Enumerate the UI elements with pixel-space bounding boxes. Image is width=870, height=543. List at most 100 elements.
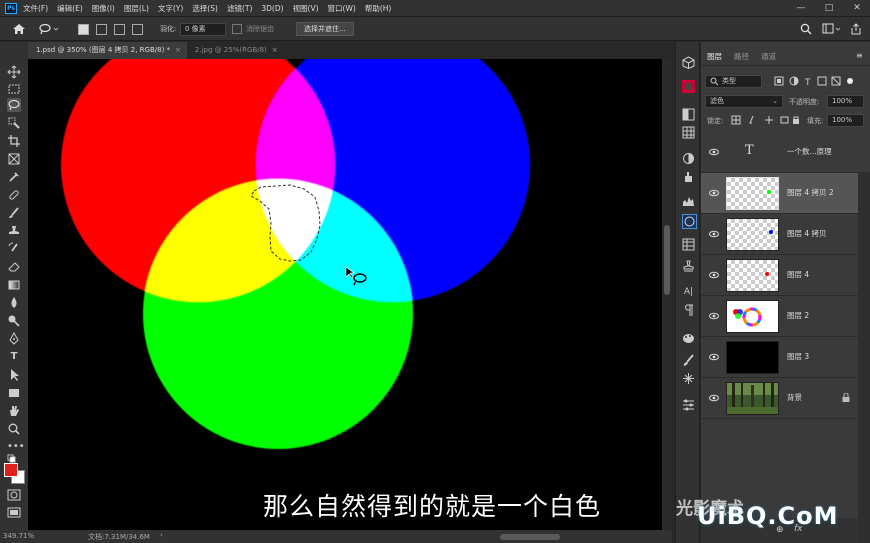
layer-row-layer4-copy2[interactable]: 图层 4 拷贝 2 xyxy=(701,173,858,214)
layer-row-background[interactable]: 背景 xyxy=(701,378,858,419)
crop-tool[interactable] xyxy=(7,134,21,148)
maximize-button[interactable]: □ xyxy=(818,0,840,16)
color-panel-button[interactable] xyxy=(682,80,695,93)
zoom-tool[interactable] xyxy=(7,422,21,436)
menu-view[interactable]: 视图(V) xyxy=(293,3,319,14)
clone-source-button[interactable] xyxy=(682,260,695,273)
quick-select-tool[interactable] xyxy=(7,116,21,130)
healing-brush-tool[interactable] xyxy=(7,188,21,202)
tab-close-icon[interactable]: × xyxy=(272,46,278,54)
tab-paths[interactable]: 路径 xyxy=(734,51,749,62)
type-tool[interactable]: T xyxy=(7,350,21,364)
workspace-button[interactable] xyxy=(822,22,842,36)
frame-tool[interactable] xyxy=(7,152,21,166)
blur-tool[interactable] xyxy=(7,296,21,310)
layers-scrollbar[interactable] xyxy=(858,172,870,543)
brush-tool[interactable] xyxy=(7,206,21,220)
foreground-color-swatch[interactable] xyxy=(4,463,18,477)
menu-edit[interactable]: 编辑(E) xyxy=(57,3,83,14)
menu-layer[interactable]: 图层(L) xyxy=(124,3,149,14)
vertical-scroll-thumb[interactable] xyxy=(664,225,670,295)
select-and-mask-button[interactable]: 选择并遮住... xyxy=(296,22,354,36)
zoom-level[interactable]: 349.71% xyxy=(3,532,34,540)
subtract-selection-button[interactable] xyxy=(114,22,125,36)
navigator-panel-button[interactable] xyxy=(682,214,697,229)
antialias-checkbox[interactable]: 消除锯齿 xyxy=(232,22,274,36)
brushes-panel-button[interactable] xyxy=(682,354,695,367)
grid-panel-button[interactable] xyxy=(682,126,695,139)
layer-row-layer3[interactable]: 图层 3 xyxy=(701,337,858,378)
layer-row-layer2[interactable]: 图层 2 xyxy=(701,296,858,337)
document-canvas[interactable] xyxy=(28,59,662,530)
more-tools[interactable]: ••• xyxy=(7,440,25,454)
screen-mode-button[interactable] xyxy=(7,506,21,520)
home-button[interactable] xyxy=(12,22,26,36)
eye-icon[interactable] xyxy=(709,311,719,321)
intersect-selection-button[interactable] xyxy=(132,22,143,36)
swatches-panel-button[interactable] xyxy=(682,108,695,121)
search-button[interactable] xyxy=(800,22,812,36)
tab-2jpg[interactable]: 2.jpg @ 25%(RGB/8) × xyxy=(187,42,284,59)
fill-input[interactable]: 100% xyxy=(827,114,864,127)
adjustments-panel-button[interactable] xyxy=(682,152,695,165)
move-tool[interactable] xyxy=(7,65,21,79)
tab-close-icon[interactable]: × xyxy=(175,46,181,54)
lock-icons[interactable] xyxy=(731,115,801,125)
eyedropper-tool[interactable] xyxy=(7,170,21,184)
layer-row-layer4-copy[interactable]: 图层 4 拷贝 xyxy=(701,214,858,255)
libraries-panel-button[interactable] xyxy=(682,170,695,183)
eraser-tool[interactable] xyxy=(7,260,21,274)
hand-tool[interactable] xyxy=(7,404,21,418)
history-brush-tool[interactable] xyxy=(7,242,21,256)
close-button[interactable]: ✕ xyxy=(846,0,868,16)
eye-icon[interactable] xyxy=(709,352,719,362)
rectangle-tool[interactable] xyxy=(7,386,21,400)
paragraph-panel-button[interactable] xyxy=(682,304,695,317)
path-select-tool[interactable] xyxy=(7,368,21,382)
character-panel-button[interactable]: A| xyxy=(682,286,695,299)
menu-type[interactable]: 文字(Y) xyxy=(158,3,183,14)
status-arrow-icon[interactable]: › xyxy=(160,531,163,539)
menu-filter[interactable]: 滤镜(T) xyxy=(227,3,252,14)
menu-window[interactable]: 窗口(W) xyxy=(328,3,356,14)
menu-3d[interactable]: 3D(D) xyxy=(261,4,283,13)
lasso-tool-preset[interactable] xyxy=(38,22,60,36)
feather-input[interactable]: 0 像素 xyxy=(180,22,226,36)
menu-help[interactable]: 帮助(H) xyxy=(365,3,392,14)
layer-row-layer4[interactable]: 图层 4 xyxy=(701,255,858,296)
lasso-tool[interactable] xyxy=(7,98,21,112)
minimize-button[interactable]: — xyxy=(790,0,812,16)
panel-menu-icon[interactable]: ≡ xyxy=(856,51,863,60)
3d-panel-button[interactable] xyxy=(682,56,695,70)
filter-icons[interactable]: T xyxy=(774,76,854,87)
new-selection-button[interactable] xyxy=(78,22,89,36)
eye-icon[interactable] xyxy=(709,229,719,239)
eye-icon[interactable] xyxy=(709,393,719,403)
layer-filter-dropdown[interactable]: 类型 xyxy=(705,75,762,88)
menu-image[interactable]: 图像(I) xyxy=(92,3,115,14)
menu-file[interactable]: 文件(F) xyxy=(23,3,48,14)
add-selection-button[interactable] xyxy=(96,22,107,36)
table-panel-button[interactable] xyxy=(682,238,695,251)
tab-1psd[interactable]: 1.psd @ 350% (图层 4 拷贝 2, RGB/8) * × xyxy=(28,42,187,59)
tab-channels[interactable]: 通道 xyxy=(761,51,776,62)
blend-mode-dropdown[interactable]: 滤色 ⌄ xyxy=(705,95,783,108)
menu-select[interactable]: 选择(S) xyxy=(192,3,218,14)
clone-stamp-tool[interactable] xyxy=(7,224,21,238)
gradient-tool[interactable] xyxy=(7,278,21,292)
eye-icon[interactable] xyxy=(709,147,719,157)
opacity-input[interactable]: 100% xyxy=(827,95,864,108)
share-button[interactable] xyxy=(850,22,862,36)
properties-panel-button[interactable] xyxy=(682,398,695,411)
eye-icon[interactable] xyxy=(709,270,719,280)
horizontal-scroll-thumb[interactable] xyxy=(500,534,560,540)
histogram-panel-button[interactable] xyxy=(682,194,695,207)
dodge-tool[interactable] xyxy=(7,314,21,328)
glyphs-panel-button[interactable] xyxy=(682,332,695,345)
brush-settings-button[interactable] xyxy=(682,372,695,385)
quick-mask-button[interactable] xyxy=(7,488,21,502)
layer-row-text[interactable]: T 一个数...原理 xyxy=(701,132,858,173)
marquee-tool[interactable] xyxy=(7,82,21,96)
tab-layers[interactable]: 图层 xyxy=(707,51,722,62)
eye-icon[interactable] xyxy=(709,188,719,198)
